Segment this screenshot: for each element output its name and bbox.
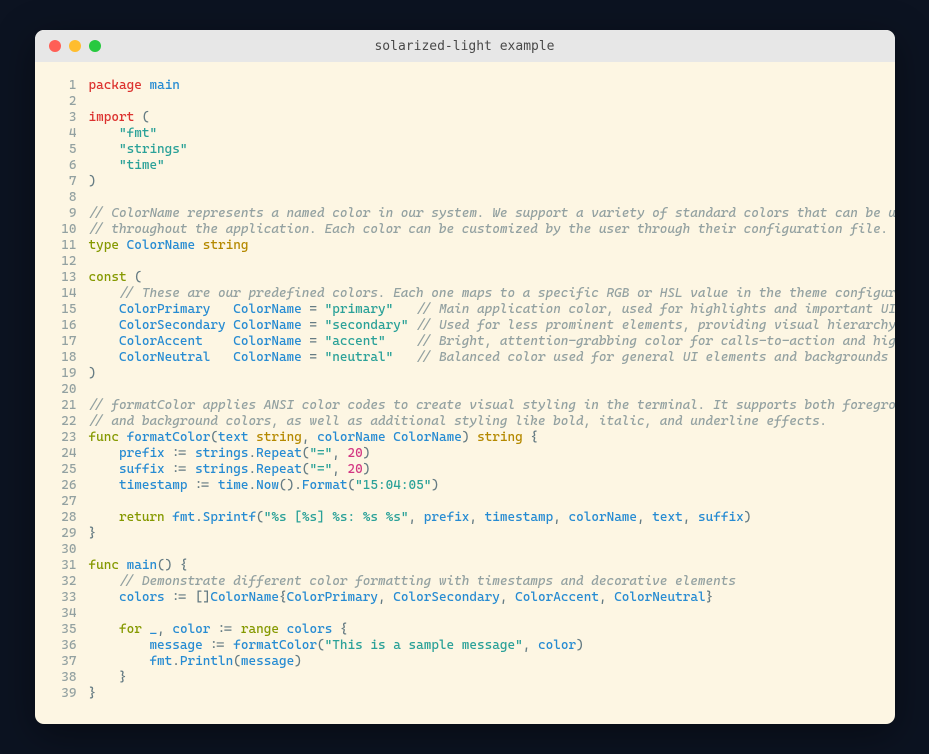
code-line: 24 prefix := strings.Repeat("=", 20): [49, 446, 873, 462]
code-line: 2: [49, 94, 873, 110]
line-number: 38: [49, 670, 89, 686]
code-line: 20: [49, 382, 873, 398]
line-number: 1: [49, 78, 89, 94]
line-number: 37: [49, 654, 89, 670]
line-number: 20: [49, 382, 89, 398]
line-number: 15: [49, 302, 89, 318]
line-number: 30: [49, 542, 89, 558]
line-number: 39: [49, 686, 89, 702]
line-number: 33: [49, 590, 89, 606]
code-line: 32 // Demonstrate different color format…: [49, 574, 873, 590]
code-line: 16 ColorSecondary ColorName = "secondary…: [49, 318, 873, 334]
code-line: 8: [49, 190, 873, 206]
code-line: 25 suffix := strings.Repeat("=", 20): [49, 462, 873, 478]
code-line: 19 ): [49, 366, 873, 382]
line-number: 27: [49, 494, 89, 510]
code-line: 5 "strings": [49, 142, 873, 158]
line-number: 34: [49, 606, 89, 622]
code-line: 17 ColorAccent ColorName = "accent" // B…: [49, 334, 873, 350]
code-line: 30: [49, 542, 873, 558]
line-number: 16: [49, 318, 89, 334]
code-line: 33 colors := []ColorName{ColorPrimary, C…: [49, 590, 873, 606]
line-number: 22: [49, 414, 89, 430]
code-line: 28 return fmt.Sprintf("%s [%s] %s: %s %s…: [49, 510, 873, 526]
code-line: 22 // and background colors, as well as …: [49, 414, 873, 430]
code-line: 38 }: [49, 670, 873, 686]
titlebar: solarized-light example: [35, 30, 895, 62]
code-line: 3 import (: [49, 110, 873, 126]
line-number: 9: [49, 206, 89, 222]
code-line: 7 ): [49, 174, 873, 190]
line-number: 6: [49, 158, 89, 174]
line-number: 12: [49, 254, 89, 270]
code-line: 26 timestamp := time.Now().Format("15:04…: [49, 478, 873, 494]
code-line: 27: [49, 494, 873, 510]
code-line: 1 package main: [49, 78, 873, 94]
code-line: 37 fmt.Println(message): [49, 654, 873, 670]
line-number: 26: [49, 478, 89, 494]
code-line: 36 message := formatColor("This is a sam…: [49, 638, 873, 654]
editor-window: solarized-light example 1 package main 2…: [35, 30, 895, 724]
window-title: solarized-light example: [35, 39, 895, 54]
code-line: 21 // formatColor applies ANSI color cod…: [49, 398, 873, 414]
code-line: 23 func formatColor(text string, colorNa…: [49, 430, 873, 446]
line-number: 32: [49, 574, 89, 590]
line-number: 10: [49, 222, 89, 238]
code-line: 29 }: [49, 526, 873, 542]
line-number: 29: [49, 526, 89, 542]
line-number: 31: [49, 558, 89, 574]
close-icon[interactable]: [49, 40, 61, 52]
line-number: 19: [49, 366, 89, 382]
code-line: 10 // throughout the application. Each c…: [49, 222, 873, 238]
code-line: 12: [49, 254, 873, 270]
code-line: 35 for _, color := range colors {: [49, 622, 873, 638]
code-line: 18 ColorNeutral ColorName = "neutral" //…: [49, 350, 873, 366]
code-line: 15 ColorPrimary ColorName = "primary" //…: [49, 302, 873, 318]
line-number: 2: [49, 94, 89, 110]
minimize-icon[interactable]: [69, 40, 81, 52]
line-number: 8: [49, 190, 89, 206]
line-number: 14: [49, 286, 89, 302]
line-number: 13: [49, 270, 89, 286]
code-editor[interactable]: 1 package main 2 3 import ( 4 "fmt" 5 "s…: [35, 62, 895, 724]
code-line: 6 "time": [49, 158, 873, 174]
line-number: 25: [49, 462, 89, 478]
line-number: 11: [49, 238, 89, 254]
code-line: 34: [49, 606, 873, 622]
line-number: 24: [49, 446, 89, 462]
line-number: 5: [49, 142, 89, 158]
line-number: 17: [49, 334, 89, 350]
line-number: 28: [49, 510, 89, 526]
code-line: 39 }: [49, 686, 873, 702]
line-number: 23: [49, 430, 89, 446]
line-number: 21: [49, 398, 89, 414]
line-number: 4: [49, 126, 89, 142]
code-line: 13 const (: [49, 270, 873, 286]
code-line: 31 func main() {: [49, 558, 873, 574]
code-line: 4 "fmt": [49, 126, 873, 142]
line-number: 36: [49, 638, 89, 654]
code-line: 14 // These are our predefined colors. E…: [49, 286, 873, 302]
line-number: 18: [49, 350, 89, 366]
zoom-icon[interactable]: [89, 40, 101, 52]
line-number: 3: [49, 110, 89, 126]
line-number: 7: [49, 174, 89, 190]
code-line: 9 // ColorName represents a named color …: [49, 206, 873, 222]
line-number: 35: [49, 622, 89, 638]
traffic-lights: [35, 40, 101, 52]
code-line: 11 type ColorName string: [49, 238, 873, 254]
